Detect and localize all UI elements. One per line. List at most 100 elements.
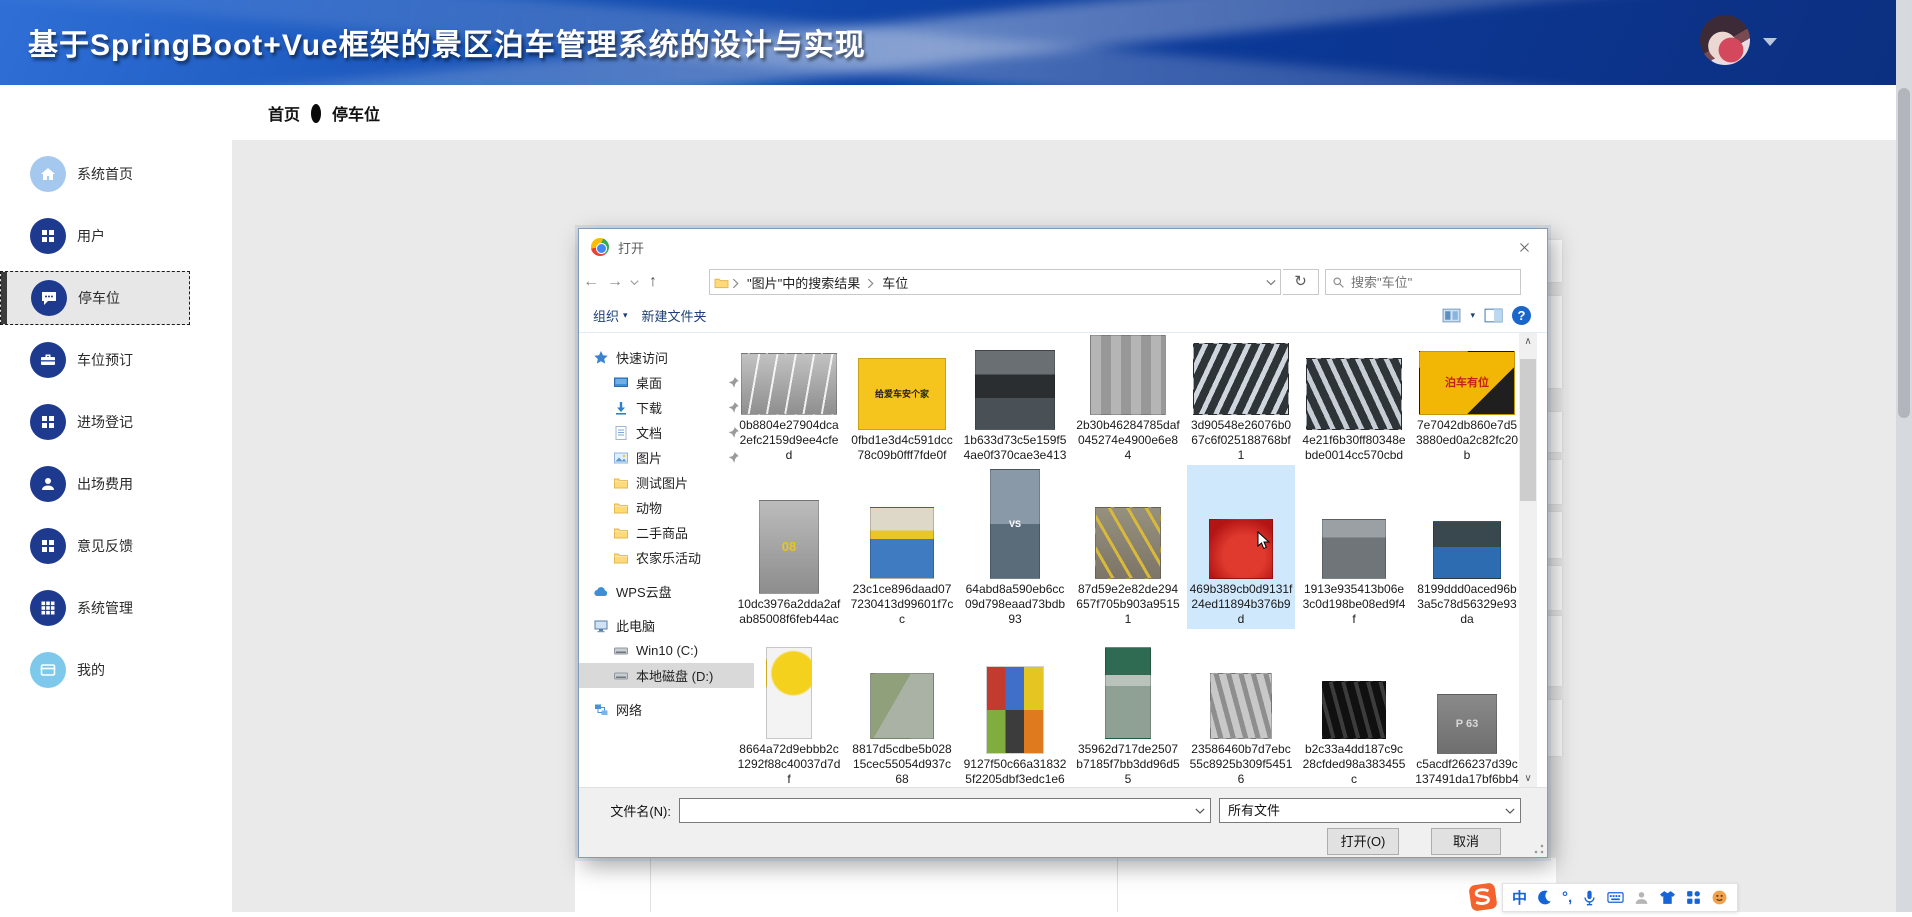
nav-item-downloads[interactable]: 下载 xyxy=(579,395,754,420)
file-item[interactable]: 3d90548e26076b067c6f025188768bf1 xyxy=(1187,333,1295,465)
emoji-icon[interactable] xyxy=(1711,889,1728,906)
file-item[interactable]: 23586460b7d7ebc55c8925b309f54516 xyxy=(1187,629,1295,787)
file-item[interactable]: 1b633d73c5e159f54ae0f370cae3e413 xyxy=(961,333,1069,465)
history-caret-icon[interactable] xyxy=(627,273,641,291)
file-item[interactable]: 469b389cb0d9131f24ed11894b376b9d xyxy=(1187,465,1295,629)
search-box[interactable] xyxy=(1325,269,1521,295)
sidebar-item-parking-spaces[interactable]: 停车位 xyxy=(0,271,190,325)
nav-item-secondhand[interactable]: 二手商品 xyxy=(579,520,754,545)
filename-dropdown-icon[interactable] xyxy=(1195,807,1205,815)
file-item[interactable]: 0b8804e27904dca2efc2159d9ee4cfed xyxy=(735,333,843,465)
filename-combo[interactable] xyxy=(679,798,1211,823)
filetype-select[interactable]: 所有文件 xyxy=(1219,798,1521,823)
file-item[interactable]: P 63c5acdf266237d39c137491da17bf6bb4 xyxy=(1413,629,1521,787)
nav-item-test-images[interactable]: 测试图片 xyxy=(579,470,754,495)
dialog-close-button[interactable] xyxy=(1509,234,1539,260)
punctuation-icon[interactable]: °, xyxy=(1562,889,1572,906)
scroll-up-icon[interactable]: ∧ xyxy=(1519,333,1537,350)
sogou-icon[interactable] xyxy=(1468,882,1498,912)
sidebar-item-exit-fees[interactable]: 出场费用 xyxy=(0,457,190,511)
file-item[interactable]: 23c1ce896daad077230413d99601f7cc xyxy=(848,465,956,629)
view-thumbnails-icon[interactable] xyxy=(1442,307,1461,324)
file-item[interactable]: 给爱车安个家0fbd1e3d4c591dcc78c09b0fff7fde0f xyxy=(848,333,956,465)
nav-item-local-disk-d[interactable]: 本地磁盘 (D:) xyxy=(579,663,754,688)
nav-item-animals[interactable]: 动物 xyxy=(579,495,754,520)
back-icon[interactable]: ← xyxy=(579,273,603,291)
file-item[interactable]: 2b30b46284785daf045274e4900e6e84 xyxy=(1074,333,1182,465)
skin-icon[interactable] xyxy=(1659,889,1676,906)
sidebar-item-entry-register[interactable]: 进场登记 xyxy=(0,395,190,449)
file-item[interactable]: 8817d5cdbe5b02815cec55054d937c68 xyxy=(848,629,956,787)
sidebar-item-home[interactable]: 系统首页 xyxy=(0,147,190,201)
breadcrumb-bar: 首页 停车位 xyxy=(0,85,1912,140)
scrollbar-thumb[interactable] xyxy=(1520,359,1536,501)
preview-pane-icon[interactable] xyxy=(1484,307,1503,324)
filename-input[interactable] xyxy=(680,799,1210,822)
file-name: 8199ddd0aced96b3a5c78d56329e93da xyxy=(1415,582,1519,627)
nav-item-win10-c[interactable]: Win10 (C:) xyxy=(579,638,754,663)
file-item[interactable]: 0810dc3976a2dda2afab85008f6feb44ac xyxy=(735,465,843,629)
view-caret-icon[interactable]: ▾ xyxy=(1470,310,1475,321)
nav-item-pictures[interactable]: 图片 xyxy=(579,445,754,470)
file-item[interactable]: 9127f50c66a318325f2205dbf3edc1e6 xyxy=(961,629,1069,787)
new-folder-button[interactable]: 新建文件夹 xyxy=(642,306,707,325)
file-item[interactable]: 泊车有位7e7042db860e7d53880ed0a2c82fc20b xyxy=(1413,333,1521,465)
file-name: 23c1ce896daad077230413d99601f7cc xyxy=(850,582,954,627)
address-dropdown-icon[interactable] xyxy=(1266,273,1276,291)
forward-icon[interactable]: → xyxy=(603,273,627,291)
address-crumb-current[interactable]: 车位 xyxy=(882,273,908,292)
person-icon[interactable] xyxy=(1633,889,1650,906)
page-scrollbar[interactable] xyxy=(1896,0,1912,912)
file-item[interactable]: 8199ddd0aced96b3a5c78d56329e93da xyxy=(1413,465,1521,629)
user-avatar[interactable] xyxy=(1700,15,1750,65)
scroll-down-icon[interactable]: ∨ xyxy=(1519,770,1537,787)
breadcrumb-home[interactable]: 首页 xyxy=(268,101,300,125)
cancel-button[interactable]: 取消 xyxy=(1431,828,1501,855)
help-button[interactable]: ? xyxy=(1512,306,1531,325)
chrome-icon xyxy=(591,238,609,256)
thumbnail-text: P 63 xyxy=(1438,718,1496,731)
page-scrollbar-thumb[interactable] xyxy=(1898,88,1910,418)
sidebar-item-users[interactable]: 用户 xyxy=(0,209,190,263)
mic-icon[interactable] xyxy=(1581,889,1598,906)
nav-item-quick-access[interactable]: 快速访问 xyxy=(579,345,754,370)
resize-grip[interactable] xyxy=(1534,844,1544,854)
chinese-mode-icon[interactable]: 中 xyxy=(1512,887,1527,908)
address-crumb-search-results[interactable]: "图片"中的搜索结果 xyxy=(747,273,860,292)
avatar-dropdown-icon[interactable] xyxy=(1763,38,1777,46)
apps-icon[interactable] xyxy=(1685,889,1702,906)
briefcase-icon xyxy=(30,342,66,378)
sidebar-item-feedback[interactable]: 意见反馈 xyxy=(0,519,190,573)
nav-item-label: 图片 xyxy=(636,448,662,467)
moon-icon[interactable] xyxy=(1536,889,1553,906)
nav-item-farmstay[interactable]: 农家乐活动 xyxy=(579,545,754,570)
sidebar-item-system-admin[interactable]: 系统管理 xyxy=(0,581,190,635)
open-button[interactable]: 打开(O) xyxy=(1327,828,1399,855)
dialog-titlebar[interactable]: 打开 xyxy=(579,229,1547,265)
file-name: 23586460b7d7ebc55c8925b309f54516 xyxy=(1189,742,1293,787)
sidebar-item-reservations[interactable]: 车位预订 xyxy=(0,333,190,387)
nav-item-wps-cloud[interactable]: WPS云盘 xyxy=(579,579,754,604)
file-item[interactable]: 4e21f6b30ff80348ebde0014cc570cbd xyxy=(1300,333,1408,465)
up-folder-icon[interactable]: ↑ xyxy=(641,273,665,291)
address-bar[interactable]: "图片"中的搜索结果 车位 xyxy=(709,269,1281,295)
file-name: 2b30b46284785daf045274e4900e6e84 xyxy=(1076,418,1180,463)
file-item[interactable]: 1913e935413b06e3c0d198be08ed9f4f xyxy=(1300,465,1408,629)
file-thumbnail xyxy=(1090,335,1166,415)
nav-item-this-pc[interactable]: 此电脑 xyxy=(579,613,754,638)
search-input[interactable] xyxy=(1351,275,1514,290)
file-item[interactable]: 8664a72d9ebbb2c1292f88c40037d7df xyxy=(735,629,843,787)
refresh-button[interactable]: ↻ xyxy=(1283,269,1319,295)
organize-menu[interactable]: 组织 ▾ xyxy=(593,306,628,325)
file-item[interactable]: VS64abd8a590eb6cc09d798eaad73bdb93 xyxy=(961,465,1069,629)
file-item[interactable]: 35962d717de2507b7185f7bb3dd96d55 xyxy=(1074,629,1182,787)
keyboard-icon[interactable] xyxy=(1607,889,1624,906)
file-item[interactable]: b2c33a4dd187c9c28cfded98a383455c xyxy=(1300,629,1408,787)
sidebar-item-mine[interactable]: 我的 xyxy=(0,643,190,697)
file-item[interactable]: 87d59e2e82de294657f705b903a95151 xyxy=(1074,465,1182,629)
filetype-dropdown-icon xyxy=(1505,807,1515,815)
nav-item-desktop[interactable]: 桌面 xyxy=(579,370,754,395)
file-grid-scrollbar[interactable]: ∧ ∨ xyxy=(1519,333,1537,787)
nav-item-documents[interactable]: 文档 xyxy=(579,420,754,445)
nav-item-network[interactable]: 网络 xyxy=(579,697,754,722)
